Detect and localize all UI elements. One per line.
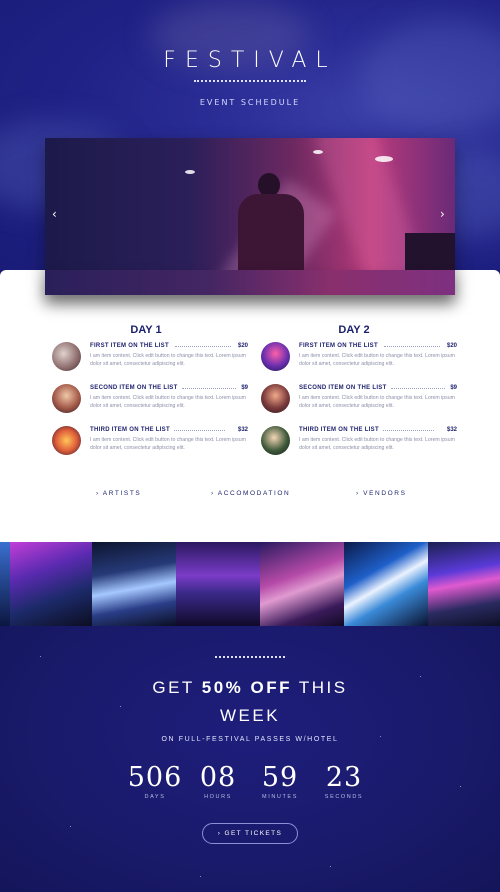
item-price: $9 (241, 385, 248, 391)
gallery-photo (344, 542, 428, 626)
item-thumbnail (261, 342, 290, 371)
dotted-leader (182, 388, 236, 389)
item-description: I am item content. Click edit button to … (90, 395, 246, 409)
item-description: I am item content. Click edit button to … (299, 437, 455, 451)
title-divider (194, 80, 306, 82)
gallery-photo (176, 542, 260, 626)
item-description: I am item content. Click edit button to … (299, 395, 455, 409)
item-description: I am item content. Click edit button to … (90, 353, 246, 367)
promo-subtitle: ON FULL-FESTIVAL PASSES W/HOTEL (161, 736, 339, 743)
countdown-minutes: 59 MINUTES (256, 762, 304, 800)
list-item: FIRST ITEM ON THE LIST $20 I am item con… (261, 342, 457, 376)
dotted-leader (384, 346, 440, 347)
countdown-value: 23 (325, 762, 363, 793)
item-name: FIRST ITEM ON THE LIST (299, 343, 378, 349)
countdown-label: HOURS (204, 794, 232, 800)
countdown-label: SECONDS (324, 794, 364, 800)
item-name: THIRD ITEM ON THE LIST (299, 427, 379, 433)
item-name: SECOND ITEM ON THE LIST (299, 385, 387, 391)
countdown-days: 506 DAYS (124, 762, 186, 800)
promo-headline: GET 50% OFF THIS WEEK (0, 674, 500, 730)
cloud-decoration (360, 20, 500, 130)
countdown-hours: 08 HOURS (194, 762, 242, 800)
item-price: $32 (446, 427, 457, 433)
dotted-leader (383, 430, 434, 431)
gallery-photo (0, 542, 10, 626)
stage-light (185, 170, 195, 174)
list-item: THIRD ITEM ON THE LIST $32 I am item con… (52, 426, 248, 460)
item-description: I am item content. Click edit button to … (90, 437, 246, 451)
dotted-leader (174, 430, 225, 431)
dotted-leader (391, 388, 445, 389)
list-item: FIRST ITEM ON THE LIST $20 I am item con… (52, 342, 248, 376)
countdown-value: 506 (127, 762, 183, 793)
item-thumbnail (261, 426, 290, 455)
star (330, 866, 331, 867)
list-item: SECOND ITEM ON THE LIST $9 I am item con… (261, 384, 457, 418)
item-price: $32 (237, 427, 248, 433)
promo-divider (215, 656, 285, 658)
photo-gallery (0, 542, 500, 626)
countdown-seconds: 23 SECONDS (320, 762, 368, 800)
star (200, 876, 201, 877)
list-item: THIRD ITEM ON THE LIST $32 I am item con… (261, 426, 457, 460)
link-artists[interactable]: › ARTISTS (96, 490, 141, 497)
headline-text: GET (152, 678, 202, 697)
link-accomodation[interactable]: › ACCOMODATION (211, 490, 290, 497)
countdown-value: 59 (261, 762, 299, 793)
item-thumbnail (52, 342, 81, 371)
list-item: SECOND ITEM ON THE LIST $9 I am item con… (52, 384, 248, 418)
page-subtitle: EVENT SCHEDULE (199, 98, 301, 107)
slider-prev-arrow[interactable]: ‹ (52, 207, 57, 221)
star (70, 826, 71, 827)
item-price: $9 (450, 385, 457, 391)
item-price: $20 (237, 343, 248, 349)
headline-text: WEEK (219, 706, 281, 725)
countdown-label: MINUTES (262, 794, 298, 800)
headline-highlight: 50% OFF (201, 678, 292, 697)
page-title: FESTIVAL (163, 48, 337, 73)
link-vendors[interactable]: › VENDORS (356, 490, 407, 497)
promo-section (0, 626, 500, 892)
gallery-photo (10, 542, 92, 626)
item-name: THIRD ITEM ON THE LIST (90, 427, 170, 433)
slider-bottom (45, 270, 455, 295)
star (40, 656, 41, 657)
countdown-value: 08 (199, 762, 237, 793)
item-thumbnail (261, 384, 290, 413)
slider-next-arrow[interactable]: › (440, 207, 445, 221)
item-thumbnail (52, 426, 81, 455)
day2-title: DAY 2 (338, 324, 370, 336)
headline-text: THIS (291, 678, 348, 697)
gallery-photo (92, 542, 176, 626)
dotted-leader (175, 346, 231, 347)
day1-title: DAY 1 (130, 324, 162, 336)
gallery-photo (428, 542, 500, 626)
stage-light (375, 156, 393, 162)
star (460, 786, 461, 787)
stage-equipment (405, 233, 455, 273)
item-name: SECOND ITEM ON THE LIST (90, 385, 178, 391)
gallery-photo (260, 542, 344, 626)
item-price: $20 (446, 343, 457, 349)
item-description: I am item content. Click edit button to … (299, 353, 455, 367)
item-thumbnail (52, 384, 81, 413)
stage-light (313, 150, 323, 154)
get-tickets-button[interactable]: › GET TICKETS (202, 823, 298, 844)
item-name: FIRST ITEM ON THE LIST (90, 343, 169, 349)
countdown-label: DAYS (144, 794, 166, 800)
